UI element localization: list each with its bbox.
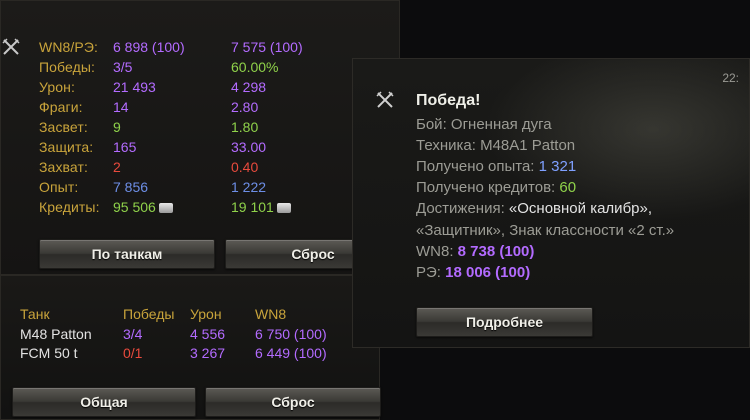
credits-icon [276, 203, 291, 213]
stat-label: Опыт: [39, 179, 79, 195]
vehicle-line: Техника: M48A1 Patton [416, 137, 575, 154]
tank-wn8: 6 750 (100) [255, 326, 327, 342]
stat-label: Победы: [39, 59, 96, 75]
column-header-wn8: WN8 [255, 306, 287, 322]
tank-wins: 3/4 [123, 326, 143, 342]
wn8-line: WN8: 8 738 (100) [416, 243, 534, 260]
stat-average-value: 0.40 [231, 159, 259, 175]
credits-label: Получено кредитов: [416, 179, 556, 196]
vehicle-value: M48A1 Patton [480, 137, 576, 154]
crossed-swords-icon [2, 38, 20, 55]
stat-label: Урон: [39, 79, 75, 95]
stat-session-value: 14 [113, 99, 129, 115]
credits-icon [158, 203, 173, 213]
achievements-value-1: «Основной калибр», [508, 200, 653, 217]
general-button[interactable]: Общая [12, 387, 196, 417]
achievements-line-2: «Защитник», Знак классности «2 ст.» [416, 222, 675, 239]
xp-line: Получено опыта: 1 321 [416, 158, 576, 175]
stat-session-value: 9 [113, 119, 121, 135]
tanks-reset-button[interactable]: Сброс [205, 387, 381, 417]
stat-average-value: 2.80 [231, 99, 259, 115]
stat-label: WN8/РЭ: [39, 39, 98, 55]
column-header-tank: Танк [20, 306, 50, 322]
battle-line: Бой: Огненная дуга [416, 116, 552, 133]
crossed-swords-icon [376, 91, 394, 108]
stat-average-value: 7 575 (100) [231, 39, 303, 55]
column-header-wins: Победы [123, 306, 175, 322]
re-label: РЭ: [416, 264, 441, 281]
achievements-line-1: Достижения: «Основной калибр», [416, 200, 652, 217]
column-header-damage: Урон [190, 306, 222, 322]
stat-average-value: 1 222 [231, 179, 267, 195]
tank-name: M48 Patton [20, 326, 92, 342]
stat-session-value: 2 [113, 159, 121, 175]
stat-average-value: 4 298 [231, 79, 267, 95]
achievements-label: Достижения: [416, 200, 505, 217]
stat-label: Захват: [39, 159, 89, 175]
re-line: РЭ: 18 006 (100) [416, 264, 530, 281]
tank-damage: 3 267 [190, 345, 226, 361]
stat-session-value: 95 506 [113, 199, 173, 215]
credits-value: 60 [559, 179, 577, 196]
tank-wn8: 6 449 (100) [255, 345, 327, 361]
stat-session-value: 7 856 [113, 179, 149, 195]
stat-label: Кредиты: [39, 199, 100, 215]
details-button[interactable]: Подробнее [416, 307, 593, 337]
re-value: 18 006 (100) [445, 264, 531, 281]
xp-value: 1 321 [538, 158, 577, 175]
stat-label: Защита: [39, 139, 94, 155]
battle-label: Бой: [416, 116, 447, 133]
result-title: Победа! [416, 92, 481, 109]
stat-session-value: 3/5 [113, 59, 133, 75]
stat-average-value: 60.00% [231, 59, 279, 75]
credits-line: Получено кредитов: 60 [416, 179, 576, 196]
stat-session-value: 21 493 [113, 79, 156, 95]
xp-label: Получено опыта: [416, 158, 535, 175]
battle-value: Огненная дуга [450, 116, 552, 133]
stat-average-value: 33.00 [231, 139, 267, 155]
vehicle-label: Техника: [416, 137, 476, 154]
by-tanks-button[interactable]: По танкам [39, 239, 215, 269]
tank-wins: 0/1 [123, 345, 143, 361]
stat-session-value: 6 898 (100) [113, 39, 185, 55]
wn8-value: 8 738 (100) [457, 243, 535, 260]
tank-name: FCM 50 t [20, 345, 78, 361]
clock: 22: [722, 71, 739, 85]
tanks-table-panel: Танк Победы Урон WN8 M48 Patton 3/4 4 556 6… [0, 275, 381, 420]
stat-label: Засвет: [39, 119, 88, 135]
tank-damage: 4 556 [190, 326, 226, 342]
stat-label: Фраги: [39, 99, 83, 115]
stat-average-value: 19 101 [231, 199, 291, 215]
stat-average-value: 1.80 [231, 119, 259, 135]
wn8-label: WN8: [416, 243, 454, 260]
stat-session-value: 165 [113, 139, 137, 155]
session-stats-panel: WN8/РЭ: 6 898 (100) 7 575 (100) Победы: 3/5 6… [0, 0, 401, 275]
